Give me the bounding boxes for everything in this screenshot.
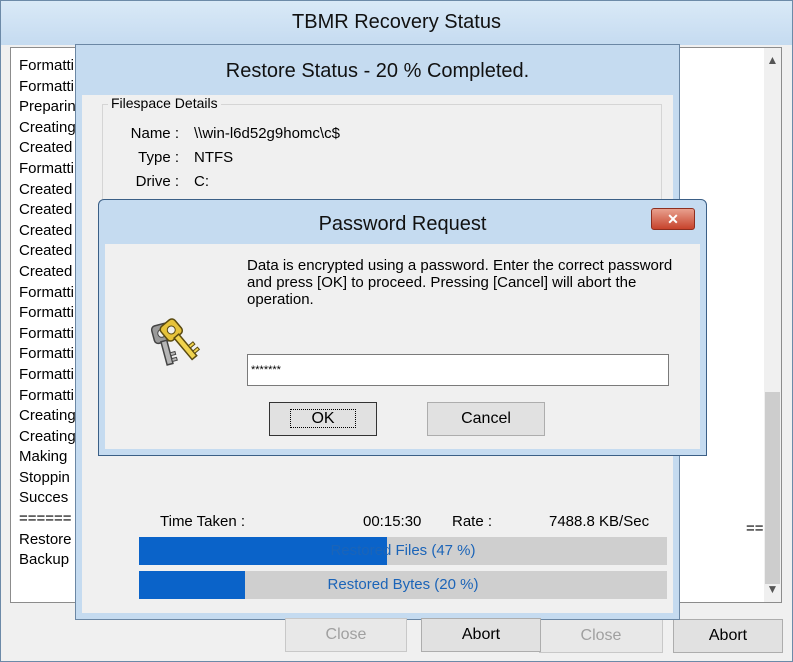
- scroll-down-arrow-icon[interactable]: ▼: [764, 581, 781, 598]
- restored-bytes-progress: Restored Bytes (20 %): [139, 571, 667, 599]
- password-input[interactable]: [247, 354, 669, 386]
- drive-value: C:: [194, 173, 209, 190]
- ok-button-label: OK: [290, 409, 356, 428]
- drive-label: Drive :: [135, 173, 179, 190]
- filespace-details-label: Filespace Details: [108, 95, 221, 111]
- scrollbar-thumb[interactable]: [765, 392, 780, 584]
- filespace-details-group: [102, 104, 662, 214]
- time-taken-label: Time Taken :: [160, 513, 246, 530]
- scroll-up-arrow-icon[interactable]: ▲: [764, 52, 781, 69]
- name-label: Name :: [130, 125, 179, 142]
- keys-icon: [150, 318, 201, 366]
- time-taken-value: 00:15:30: [363, 513, 422, 530]
- restore-dialog-title: Restore Status - 20 % Completed.: [225, 60, 530, 82]
- close-icon[interactable]: ✕: [651, 208, 695, 230]
- log-scrollbar[interactable]: ▲ ▼: [764, 48, 781, 602]
- type-value: NTFS: [194, 149, 234, 166]
- name-value: \\win-l6d52g9homc\c$: [194, 125, 340, 142]
- restored-bytes-progress-label: Restored Bytes (20 %): [327, 576, 479, 593]
- password-dialog-title: Password Request: [318, 213, 487, 235]
- rate-label: Rate :: [452, 513, 493, 530]
- restored-files-progress-label: Restored Files (47 %): [330, 542, 476, 559]
- outer-close-button[interactable]: Close: [539, 619, 663, 653]
- outer-window-title: TBMR Recovery Status: [1, 1, 792, 45]
- restored-files-progress: Restored Files (47 %): [139, 537, 667, 565]
- password-message: Data is encrypted using a password. Ente…: [247, 257, 673, 308]
- type-label: Type :: [138, 149, 179, 166]
- cancel-button[interactable]: Cancel: [427, 402, 545, 436]
- password-request-dialog: Password Request ✕ Data is encrypted usi…: [98, 199, 707, 456]
- restore-close-button[interactable]: Close: [285, 618, 407, 652]
- password-dialog-body: Data is encrypted using a password. Ente…: [105, 244, 700, 449]
- rate-value: 7488.8 KB/Sec: [549, 513, 650, 530]
- outer-abort-button[interactable]: Abort: [673, 619, 783, 653]
- restore-abort-button[interactable]: Abort: [421, 618, 541, 652]
- ok-button[interactable]: OK: [269, 402, 377, 436]
